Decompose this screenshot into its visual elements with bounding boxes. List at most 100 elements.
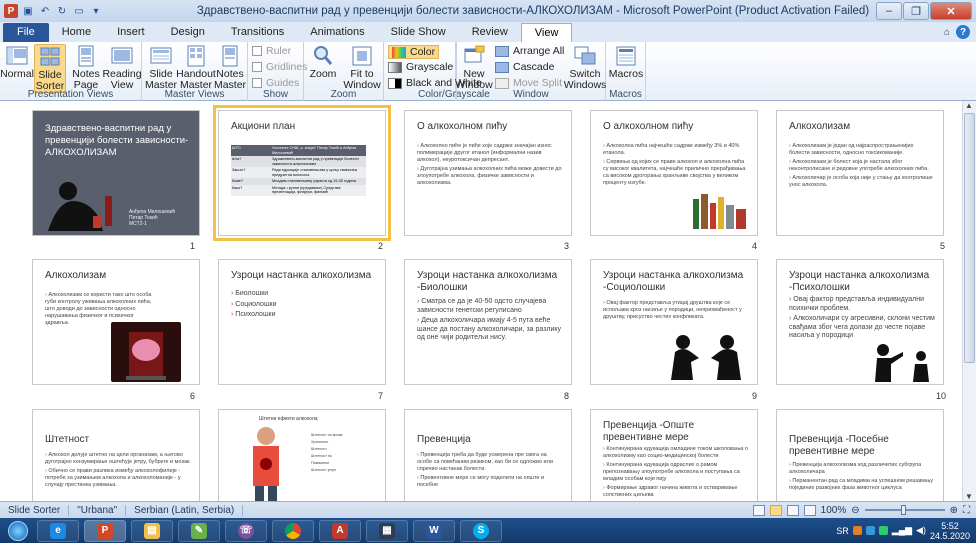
powerpoint-logo-icon[interactable]: P: [4, 4, 18, 18]
slide-title: Алкохолизам: [45, 270, 107, 281]
chrome-icon: [285, 522, 301, 539]
tab-file[interactable]: File: [3, 23, 49, 42]
status-bar: Slide Sorter "Urbana" Serbian (Latin, Se…: [0, 501, 976, 518]
slide-thumbnail-12[interactable]: Штетни ефекти алкохола Штетност по мозак…: [218, 409, 386, 501]
help-icon[interactable]: ?: [956, 25, 970, 39]
tab-view[interactable]: View: [520, 23, 573, 42]
internet-explorer-icon: e: [50, 522, 66, 539]
slide-thumbnail-15[interactable]: Превенција -Посебне превентивне мере Пре…: [776, 409, 944, 501]
cascade-icon: [495, 61, 509, 73]
slide-thumbnail-2[interactable]: Акциони план ШТО Уклонити СНШ „з. алкри“ …: [213, 105, 391, 241]
ruler-checkbox[interactable]: Ruler: [252, 45, 291, 57]
normal-view-button[interactable]: Normal: [0, 44, 34, 80]
taskbar-viber[interactable]: ☏: [225, 519, 267, 542]
taskbar-hardware[interactable]: ▦: [366, 519, 408, 542]
slide-master-button[interactable]: Slide Master: [145, 44, 177, 91]
volume-icon[interactable]: ◀): [916, 525, 926, 536]
customize-qat-icon[interactable]: ▾: [89, 4, 103, 18]
slide-thumbnail-11[interactable]: Штетност Алкохол делује штетно на цели о…: [32, 409, 200, 501]
vertical-scrollbar[interactable]: ▲ ▼: [962, 101, 976, 501]
minimize-ribbon-icon[interactable]: ⌂: [944, 27, 950, 38]
tray-network-icon[interactable]: [865, 526, 875, 535]
reading-view-status-button[interactable]: [786, 504, 799, 516]
reading-view-button[interactable]: Reading View: [102, 44, 142, 91]
taskbar-paint[interactable]: ✎: [178, 519, 220, 542]
guides-checkbox[interactable]: Guides: [252, 77, 299, 89]
zoom-level[interactable]: 100%: [821, 505, 847, 516]
tab-review[interactable]: Review: [459, 23, 521, 42]
slide-thumbnail-10[interactable]: Узроци настанка алкохолизма -Психолошки …: [776, 259, 944, 385]
fit-slide-icon[interactable]: ⛶: [963, 505, 970, 516]
slide-show-status-button[interactable]: [803, 504, 816, 516]
slide-thumbnail-6[interactable]: Алкохолизам Алкохолизам се користи тако …: [32, 259, 200, 385]
tray-battery-icon[interactable]: [878, 526, 888, 535]
taskbar-skype[interactable]: S: [460, 519, 502, 542]
taskbar-powerpoint[interactable]: P: [84, 519, 126, 542]
slide-thumbnail-7[interactable]: Узроци настанка алкохолизма Биолошки Соц…: [218, 259, 386, 385]
language-indicator[interactable]: SR: [836, 526, 849, 536]
clock[interactable]: 5:52 24.5.2020: [930, 521, 970, 541]
fit-to-window-icon: [352, 46, 372, 66]
notes-master-button[interactable]: Notes Master: [214, 44, 246, 91]
color-button[interactable]: Color: [388, 45, 440, 59]
redo-icon[interactable]: ↻: [55, 4, 69, 18]
grayscale-button[interactable]: Grayscale: [388, 61, 453, 73]
taskbar-chrome[interactable]: [272, 519, 314, 542]
handout-master-button[interactable]: Handout Master: [176, 44, 216, 91]
tab-transitions[interactable]: Transitions: [218, 23, 297, 42]
scroll-up-icon[interactable]: ▲: [965, 101, 973, 110]
minimize-button[interactable]: –: [876, 2, 902, 20]
gridlines-checkbox[interactable]: Gridlines: [252, 61, 307, 73]
tab-home[interactable]: Home: [49, 23, 104, 42]
slide-sorter-status-button[interactable]: [769, 504, 782, 516]
fit-to-window-button[interactable]: Fit to Window: [342, 44, 382, 91]
action-plan-table: ШТО Уклонити СНШ „з. алкри“ Петар Токић и…: [231, 145, 366, 196]
scroll-down-icon[interactable]: ▼: [965, 492, 973, 501]
arrange-all-button[interactable]: Arrange All: [495, 45, 564, 57]
slide-sorter-button[interactable]: Slide Sorter: [34, 44, 66, 93]
zoom-in-icon[interactable]: ⊕: [950, 505, 958, 516]
taskbar-acrobat[interactable]: A: [319, 519, 361, 542]
start-button[interactable]: [4, 519, 32, 543]
undo-icon[interactable]: ↶: [38, 4, 52, 18]
slide-thumbnail-3[interactable]: О алкохолном пићу Алкохолно пиће је пиће…: [404, 110, 572, 236]
slide-thumbnail-14[interactable]: Превенција -Опште превентивне мере Конти…: [590, 409, 758, 501]
tab-insert[interactable]: Insert: [104, 23, 158, 42]
status-language[interactable]: Serbian (Latin, Serbia): [126, 504, 244, 516]
slide-thumbnail-13[interactable]: Превенција Превенција треба да буде усме…: [404, 409, 572, 501]
taskbar-explorer[interactable]: ▤: [131, 519, 173, 542]
zoom-slider-knob[interactable]: [900, 505, 906, 515]
quick-access-toolbar: P ▣ ↶ ↻ ▭ ▾: [0, 4, 190, 18]
taskbar-ie[interactable]: e: [37, 519, 79, 542]
move-split-button[interactable]: Move Split: [495, 77, 562, 89]
zoom-slider[interactable]: [864, 505, 945, 515]
slide-thumbnail-9[interactable]: Узроци настанка алкохолизма -Социолошки …: [590, 259, 758, 385]
new-window-button[interactable]: New Window: [455, 44, 493, 91]
tab-slide-show[interactable]: Slide Show: [378, 23, 459, 42]
slide-thumbnail-8[interactable]: Узроци настанка алкохолизма -Биолошки См…: [404, 259, 572, 385]
zoom-out-icon[interactable]: ⊖: [851, 505, 859, 516]
tab-animations[interactable]: Animations: [297, 23, 377, 42]
ribbon-view: Normal Slide Sorter Notes Page Reading V…: [0, 42, 976, 101]
zoom-button[interactable]: Zoom: [308, 44, 338, 80]
new-slide-icon[interactable]: ▭: [72, 4, 86, 18]
tray-app-icon[interactable]: [852, 526, 862, 535]
scrollbar-thumb[interactable]: [964, 113, 975, 363]
slide-thumbnail-4[interactable]: О алкохолном пићу Алкохолна пића најчешћ…: [590, 110, 758, 236]
tab-design[interactable]: Design: [158, 23, 218, 42]
normal-view-status-button[interactable]: [752, 504, 765, 516]
notes-page-button[interactable]: Notes Page: [70, 44, 102, 91]
window-title: Здравствено-васпитни рад у превенцији бо…: [196, 5, 870, 17]
signal-icon[interactable]: ▂▄▆: [892, 525, 912, 536]
switch-windows-button[interactable]: Switch Windows: [564, 44, 606, 91]
arguing-people-icon: [661, 328, 751, 380]
group-macros: Macros Macros: [606, 42, 646, 101]
cascade-button[interactable]: Cascade: [495, 61, 554, 73]
taskbar-word[interactable]: W: [413, 519, 455, 542]
slide-thumbnail-1[interactable]: Здравствено-васпитни рад у превенцији бо…: [32, 110, 200, 236]
maximize-button[interactable]: ❐: [903, 2, 929, 20]
close-button[interactable]: ✕: [930, 2, 972, 20]
macros-button[interactable]: Macros: [609, 44, 643, 80]
save-icon[interactable]: ▣: [21, 4, 35, 18]
slide-thumbnail-5[interactable]: Алкохолизам Алкохолизам је један од најр…: [776, 110, 944, 236]
